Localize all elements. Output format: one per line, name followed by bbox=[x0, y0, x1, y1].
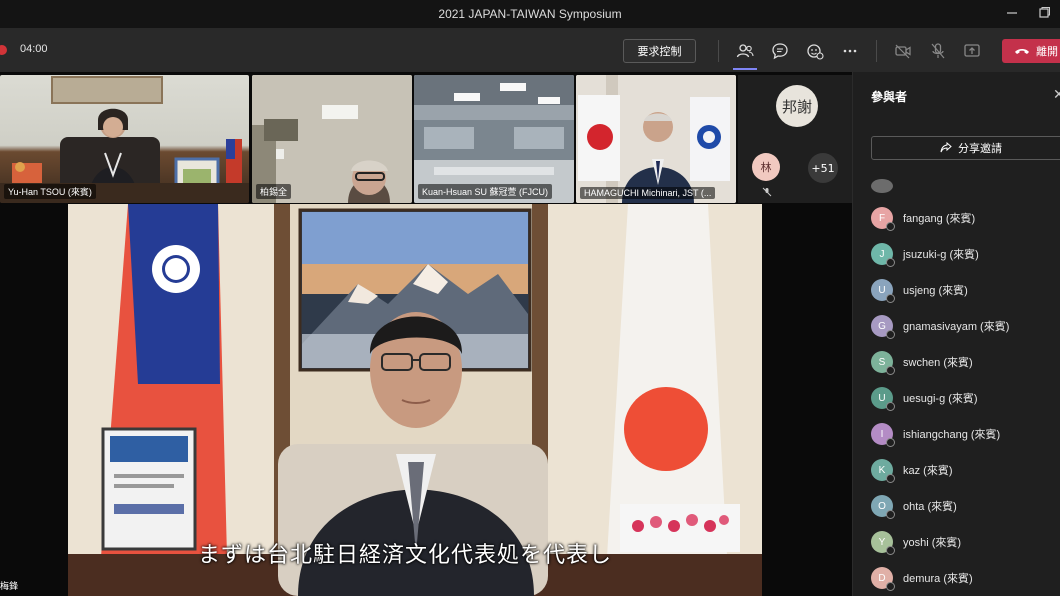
participant-tile[interactable]: 柏錫全 bbox=[252, 75, 412, 203]
participant-name: yoshi (來賓) bbox=[903, 537, 962, 549]
mic-off-icon bbox=[762, 187, 772, 197]
list-item[interactable]: F fangang (來賓) bbox=[871, 204, 975, 232]
chat-icon[interactable] bbox=[770, 41, 790, 61]
list-item[interactable]: J jsuzuki-g (來賓) bbox=[871, 240, 979, 268]
avatar: J bbox=[871, 243, 895, 267]
close-panel-icon[interactable]: ✕ bbox=[1053, 86, 1060, 103]
mic-off-icon[interactable] bbox=[928, 41, 948, 61]
panel-title: 參與者 bbox=[871, 90, 908, 104]
window-title-bar: 2021 JAPAN-TAIWAN Symposium bbox=[0, 0, 1060, 28]
video-stage: Yu-Han TSOU (來賓) 柏錫全 Kuan-Hsuan SU 蘇冠萱 (… bbox=[0, 72, 852, 596]
toolbar-divider bbox=[718, 40, 719, 62]
meeting-timer: 04:00 bbox=[20, 43, 48, 55]
reactions-icon[interactable] bbox=[805, 41, 825, 61]
participant-tile[interactable]: Yu-Han TSOU (來賓) bbox=[0, 75, 249, 203]
avatar: G bbox=[871, 315, 895, 339]
participant-name: usjeng (來賓) bbox=[903, 285, 968, 297]
hang-up-icon bbox=[1015, 49, 1029, 54]
participant-name: gnamasivayam (來賓) bbox=[903, 321, 1010, 333]
avatar: F bbox=[871, 207, 895, 231]
participant-name: uesugi-g (來賓) bbox=[903, 393, 978, 405]
window-title: 2021 JAPAN-TAIWAN Symposium bbox=[438, 7, 622, 21]
avatar[interactable]: 邦謝 bbox=[776, 85, 818, 127]
avatar: U bbox=[871, 387, 895, 411]
participant-name: kaz (來賓) bbox=[903, 465, 953, 477]
participants-icon[interactable] bbox=[735, 41, 755, 61]
list-item[interactable]: I ishiangchang (來賓) bbox=[871, 420, 1000, 448]
list-item[interactable]: O ohta (來賓) bbox=[871, 492, 957, 520]
recording-indicator-icon bbox=[0, 45, 7, 55]
participant-name: ishiangchang (來賓) bbox=[903, 429, 1001, 441]
active-tab-indicator bbox=[733, 68, 757, 70]
camera-off-icon[interactable] bbox=[893, 41, 913, 61]
participants-panel: 參與者 ✕ 分享邀請 F fangang (來賓) J jsuzuki-g (來… bbox=[852, 72, 1060, 596]
share-invite-button[interactable]: 分享邀請 bbox=[871, 136, 1060, 160]
avatar: I bbox=[871, 423, 895, 447]
leave-button-label: 離開 bbox=[1036, 46, 1058, 58]
avatar: S bbox=[871, 351, 895, 375]
list-item[interactable]: Y yoshi (來賓) bbox=[871, 528, 961, 556]
participant-name: 梅鋒 bbox=[0, 581, 19, 591]
live-caption: まずは台北駐日経済文化代表処を代表し bbox=[198, 543, 613, 568]
side-video-strip: 梅鋒 bbox=[0, 204, 68, 596]
leave-button[interactable]: 離開 bbox=[1002, 39, 1060, 63]
minimize-icon[interactable] bbox=[1005, 6, 1019, 20]
participant-name: demura (來賓) bbox=[903, 573, 973, 585]
avatar: O bbox=[871, 495, 895, 519]
participant-name: swchen (來賓) bbox=[903, 357, 973, 369]
toolbar-divider bbox=[876, 40, 877, 62]
participant-video bbox=[576, 75, 736, 203]
list-item[interactable]: S swchen (來賓) bbox=[871, 348, 973, 376]
participant-name: 柏錫全 bbox=[256, 184, 292, 199]
avatar: Y bbox=[871, 531, 895, 555]
list-item[interactable]: G gnamasivayam (來賓) bbox=[871, 312, 1009, 340]
list-item[interactable]: D demura (來賓) bbox=[871, 564, 973, 592]
overflow-participants: 邦謝 林 +51 bbox=[738, 75, 852, 203]
participant-name: jsuzuki-g (來賓) bbox=[903, 249, 979, 261]
participant-tile[interactable]: Kuan-Hsuan SU 蘇冠萱 (FJCU) bbox=[414, 75, 574, 203]
avatar[interactable]: 林 bbox=[752, 153, 780, 181]
restore-icon[interactable] bbox=[1037, 6, 1051, 20]
avatar: U bbox=[871, 279, 895, 303]
meeting-toolbar: 04:00 要求控制 離開 bbox=[0, 28, 1060, 72]
participant-name: ohta (來賓) bbox=[903, 501, 957, 513]
more-icon[interactable] bbox=[840, 41, 860, 61]
participant-name: fangang (來賓) bbox=[903, 213, 976, 225]
avatar: D bbox=[871, 567, 895, 591]
list-item[interactable]: U uesugi-g (來賓) bbox=[871, 384, 978, 412]
participant-tile[interactable]: HAMAGUCHI Michinari, JST (... bbox=[576, 75, 736, 203]
overflow-count-badge[interactable]: +51 bbox=[808, 153, 838, 183]
share-invite-label: 分享邀請 bbox=[958, 143, 1002, 155]
participant-name: Yu-Han TSOU (來賓) bbox=[4, 184, 96, 199]
request-control-button[interactable]: 要求控制 bbox=[623, 39, 696, 63]
list-item[interactable] bbox=[871, 172, 903, 200]
share-screen-icon[interactable] bbox=[962, 41, 982, 61]
share-icon bbox=[940, 142, 952, 153]
participant-name: HAMAGUCHI Michinari, JST (... bbox=[580, 187, 716, 199]
list-item[interactable]: K kaz (來賓) bbox=[871, 456, 953, 484]
list-item[interactable]: U usjeng (來賓) bbox=[871, 276, 968, 304]
participant-name: Kuan-Hsuan SU 蘇冠萱 (FJCU) bbox=[418, 184, 553, 199]
main-speaker-video[interactable]: まずは台北駐日経済文化代表処を代表し bbox=[68, 204, 762, 596]
avatar bbox=[871, 179, 893, 193]
avatar: K bbox=[871, 459, 895, 483]
